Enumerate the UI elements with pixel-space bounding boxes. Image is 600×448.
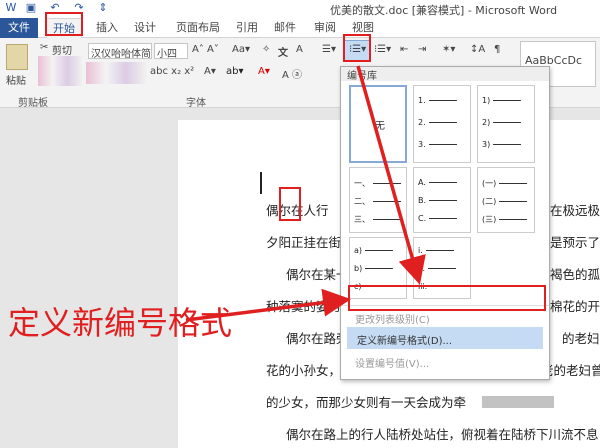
arrow-to-define-item: [356, 65, 426, 285]
annotation-text: 定义新编号格式: [8, 304, 233, 342]
annotation-arrows: [185, 65, 426, 322]
